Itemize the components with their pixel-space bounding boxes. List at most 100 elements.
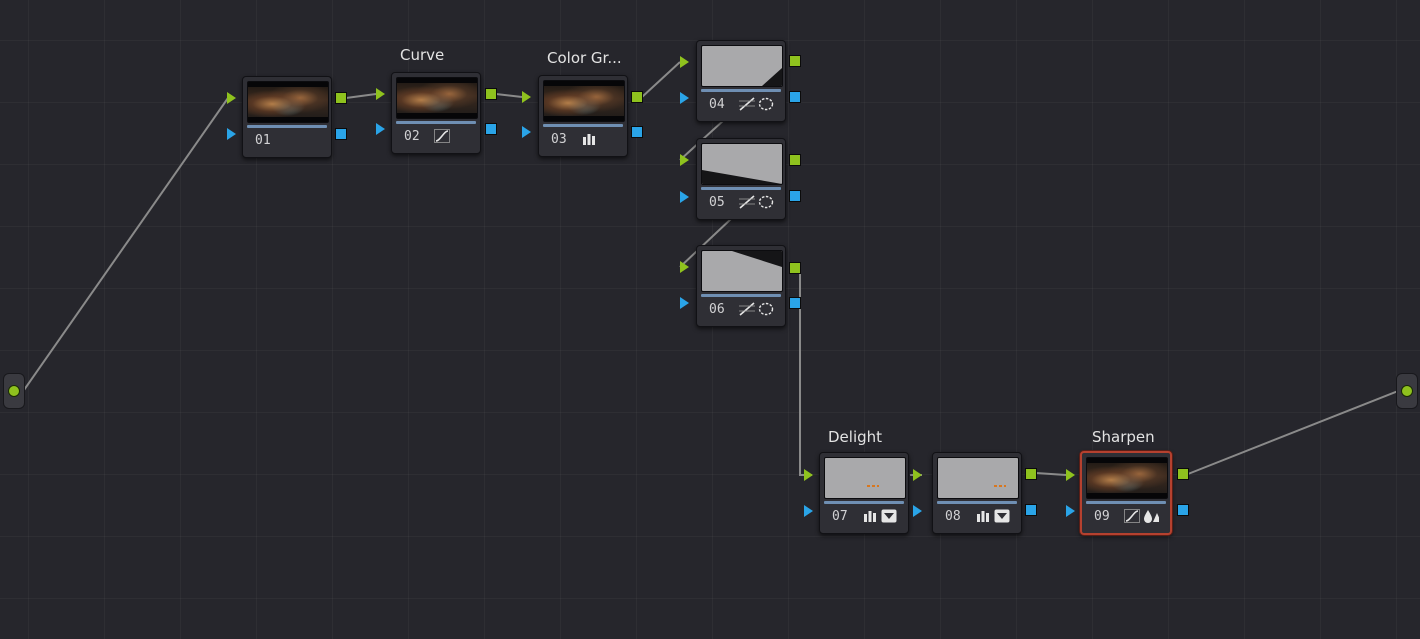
node-07-rgb-input[interactable] [804, 469, 813, 481]
node-05-rgb-output[interactable] [789, 154, 801, 166]
node-number: 04 [709, 97, 725, 112]
node-01-alpha-input[interactable] [227, 128, 236, 140]
curve-icon [1124, 508, 1140, 524]
node-02-rgb-output[interactable] [485, 88, 497, 100]
node-status-bar [247, 125, 327, 128]
node-08-rgb-output[interactable] [1025, 468, 1037, 480]
node-06-rgb-output[interactable] [789, 262, 801, 274]
link-02-03 [495, 93, 523, 98]
node-03-rgb-input[interactable] [522, 91, 531, 103]
node-number: 03 [551, 132, 567, 147]
node-03-rgb-output[interactable] [631, 91, 643, 103]
node-number: 02 [404, 129, 420, 144]
blur-icon [1143, 508, 1159, 524]
node-08-alpha-input[interactable] [913, 505, 922, 517]
node-number: 06 [709, 302, 725, 317]
node-status-bar [701, 294, 781, 297]
node-08[interactable]: 08 [932, 452, 1022, 534]
link-input-01 [23, 97, 229, 391]
bars-icon [862, 508, 878, 524]
node-01[interactable]: 01 [242, 76, 332, 158]
curve-icon [434, 128, 450, 144]
node-number: 07 [832, 509, 848, 524]
node-06-rgb-input[interactable] [680, 261, 689, 273]
node-output-icon [1401, 385, 1413, 397]
node-04-alpha-output[interactable] [789, 91, 801, 103]
link-09-output [1187, 390, 1399, 475]
node-02[interactable]: 02 [391, 72, 481, 154]
circle-icon [758, 96, 774, 112]
node-09-alpha-output[interactable] [1177, 504, 1189, 516]
node-01-rgb-output[interactable] [335, 92, 347, 104]
node-output-endpoint[interactable] [1396, 373, 1418, 409]
node-thumbnail [701, 143, 783, 185]
curve-icon [739, 194, 755, 210]
source-input-icon [8, 385, 20, 397]
link-01-02 [345, 93, 377, 99]
circle-icon [758, 194, 774, 210]
node-thumbnail [247, 81, 329, 123]
node-status-bar [1086, 501, 1166, 504]
node-05-alpha-output[interactable] [789, 190, 801, 202]
node-07-alpha-input[interactable] [804, 505, 813, 517]
curve-icon [739, 301, 755, 317]
node-04-rgb-input[interactable] [680, 56, 689, 68]
node-03[interactable]: 03 [538, 75, 628, 157]
node-06-alpha-output[interactable] [789, 297, 801, 309]
key-icon [881, 508, 897, 524]
node-01-alpha-output[interactable] [335, 128, 347, 140]
node-thumbnail [543, 80, 625, 122]
node-09-rgb-input[interactable] [1066, 469, 1075, 481]
node-status-bar [824, 501, 904, 504]
node-label: Sharpen [1092, 428, 1155, 446]
node-status-bar [937, 501, 1017, 504]
node-number: 09 [1094, 509, 1110, 524]
node-07[interactable]: 07 [819, 452, 909, 534]
node-05[interactable]: 05 [696, 138, 786, 220]
node-02-alpha-input[interactable] [376, 123, 385, 135]
node-number: 05 [709, 195, 725, 210]
node-thumbnail [937, 457, 1019, 499]
node-number: 08 [945, 509, 961, 524]
node-thumbnail [824, 457, 906, 499]
node-label: Curve [400, 46, 445, 64]
key-icon [994, 508, 1010, 524]
node-06-alpha-input[interactable] [680, 297, 689, 309]
link-03-04 [641, 61, 681, 98]
node-02-alpha-output[interactable] [485, 123, 497, 135]
node-thumbnail [701, 250, 783, 292]
node-04-alpha-input[interactable] [680, 92, 689, 104]
node-09-alpha-input[interactable] [1066, 505, 1075, 517]
node-graph-canvas[interactable]: 01 Curve 02 Color Gr... 03 04 05 06 Deli… [0, 0, 1420, 639]
node-thumbnail [1086, 457, 1168, 499]
curve-icon [739, 96, 755, 112]
node-09[interactable]: 09 [1080, 451, 1172, 535]
node-thumbnail [396, 77, 478, 119]
node-03-alpha-output[interactable] [631, 126, 643, 138]
node-09-rgb-output[interactable] [1177, 468, 1189, 480]
node-03-alpha-input[interactable] [522, 126, 531, 138]
node-status-bar [701, 187, 781, 190]
node-04-rgb-output[interactable] [789, 55, 801, 67]
node-status-bar [396, 121, 476, 124]
bars-icon [581, 131, 597, 147]
node-06[interactable]: 06 [696, 245, 786, 327]
node-05-rgb-input[interactable] [680, 154, 689, 166]
node-05-alpha-input[interactable] [680, 191, 689, 203]
link-08-09 [1035, 472, 1067, 476]
node-04[interactable]: 04 [696, 40, 786, 122]
source-input-endpoint[interactable] [3, 373, 25, 409]
node-label: Color Gr... [547, 49, 622, 67]
node-status-bar [543, 124, 623, 127]
circle-icon [758, 301, 774, 317]
link-06-07 [799, 268, 812, 476]
node-label: Delight [828, 428, 883, 446]
node-08-rgb-input[interactable] [913, 469, 922, 481]
bars-icon [975, 508, 991, 524]
node-08-alpha-output[interactable] [1025, 504, 1037, 516]
node-01-rgb-input[interactable] [227, 92, 236, 104]
node-thumbnail [701, 45, 783, 87]
node-02-rgb-input[interactable] [376, 88, 385, 100]
node-number: 01 [255, 133, 271, 148]
node-status-bar [701, 89, 781, 92]
